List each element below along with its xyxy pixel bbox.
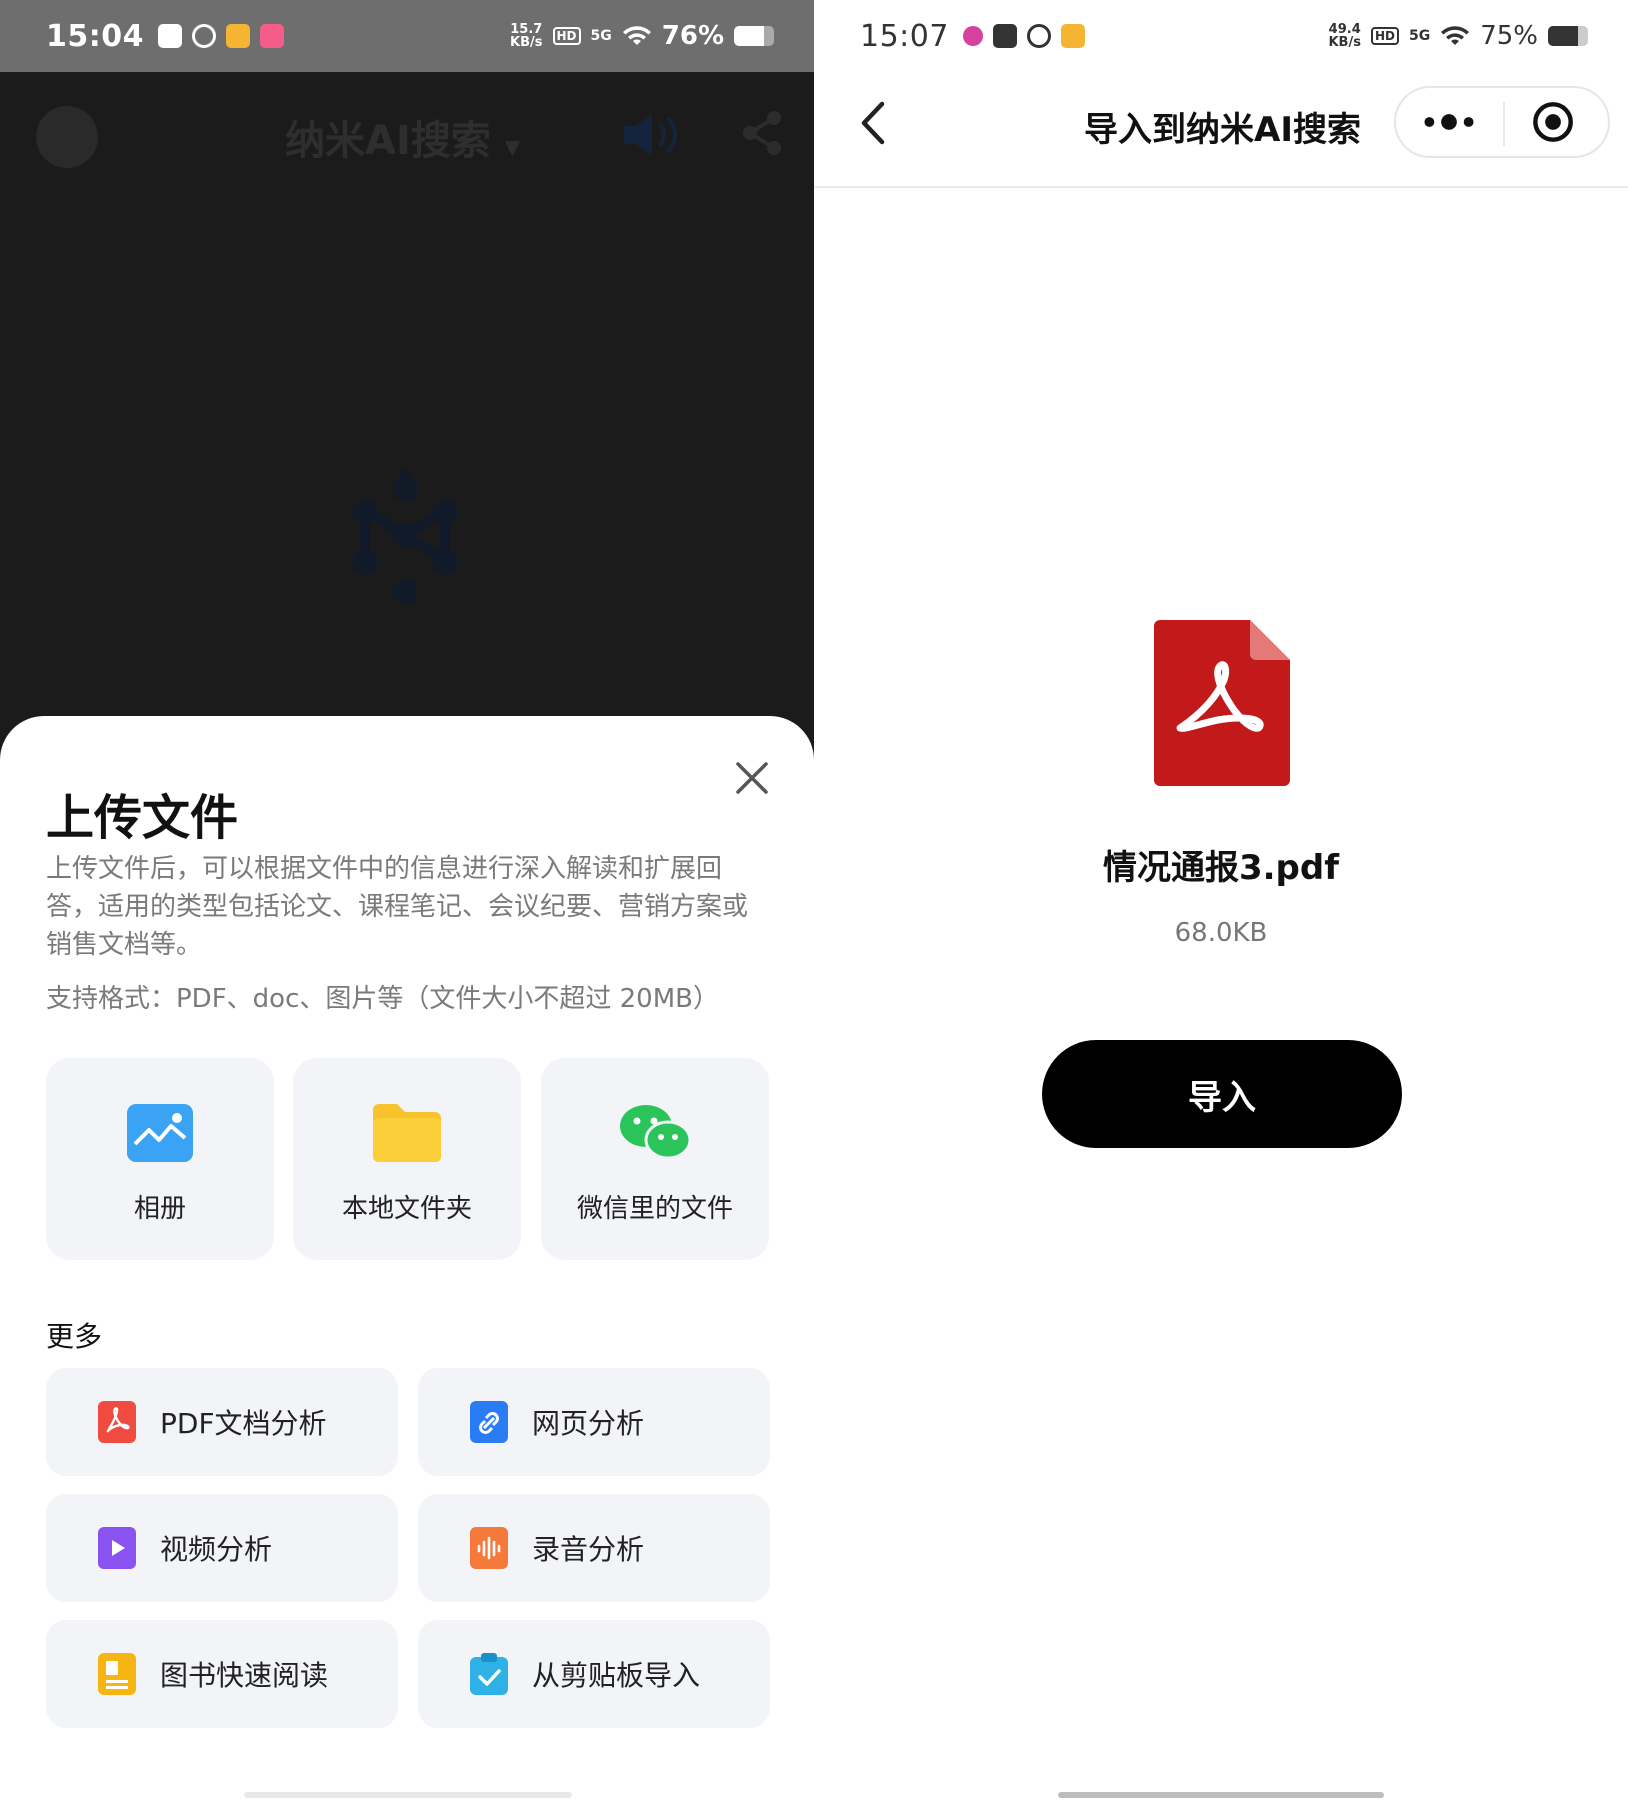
left-screen: 15:04 15.7 KB/s HD 5G 76% 纳米AI搜索 ▼ 上传文件 … <box>0 0 814 1800</box>
source-wechat-button[interactable]: 微信里的文件 <box>541 1058 769 1260</box>
video-icon <box>98 1527 136 1569</box>
wifi-icon <box>1441 26 1470 45</box>
source-gallery-button[interactable]: 相册 <box>46 1058 274 1260</box>
webpage-analysis-button[interactable]: 网页分析 <box>418 1368 770 1476</box>
status-time: 15:04 <box>46 18 144 54</box>
signal-icon: 5G <box>1408 28 1431 44</box>
pdf-file-icon <box>1154 620 1290 786</box>
right-screen: 15:07 49.4 KB/s HD 5G 75% 导入到纳米AI搜索 情况通报… <box>814 0 1628 1800</box>
notif-app-icon <box>260 24 284 48</box>
battery-percent: 76% <box>661 21 724 51</box>
audio-icon <box>470 1527 508 1569</box>
notif-app-icon <box>1026 24 1051 48</box>
notification-icons <box>158 24 284 48</box>
source-local-folder-button[interactable]: 本地文件夹 <box>293 1058 521 1260</box>
battery-icon <box>734 26 774 46</box>
weibo-icon <box>1060 24 1085 48</box>
app-title[interactable]: 纳米AI搜索 ▼ <box>285 108 520 166</box>
more-item-label: 视频分析 <box>160 1533 273 1566</box>
gallery-icon <box>127 1104 193 1162</box>
miniprogram-capsule <box>1394 86 1610 158</box>
battery-icon <box>1548 26 1588 46</box>
supported-formats: 支持格式：PDF、doc、图片等（文件大小不超过 20MB） <box>46 984 719 1014</box>
folder-icon <box>373 1104 441 1162</box>
pdf-icon <box>98 1401 136 1443</box>
share-icon[interactable] <box>740 110 784 156</box>
hd-icon: HD <box>552 27 581 45</box>
more-dots-icon[interactable] <box>1396 86 1502 158</box>
more-item-label: 网页分析 <box>532 1407 645 1440</box>
notif-app-icon <box>962 26 983 46</box>
close-icon[interactable] <box>734 760 770 796</box>
sheet-title: 上传文件 <box>46 790 239 846</box>
import-button[interactable]: 导入 <box>1042 1040 1402 1148</box>
notif-app-icon <box>192 24 216 48</box>
source-label: 本地文件夹 <box>341 1194 472 1224</box>
home-indicator[interactable] <box>1058 1792 1384 1798</box>
video-analysis-button[interactable]: 视频分析 <box>46 1494 398 1602</box>
status-time: 15:07 <box>860 18 949 54</box>
home-indicator[interactable] <box>244 1792 572 1798</box>
more-section-title: 更多 <box>46 1320 103 1353</box>
file-size: 68.0KB <box>1174 918 1268 948</box>
more-item-label: 录音分析 <box>532 1533 645 1566</box>
book-reading-button[interactable]: 图书快速阅读 <box>46 1620 398 1728</box>
weibo-icon <box>226 24 250 48</box>
more-item-label: PDF文档分析 <box>160 1407 327 1440</box>
wechat-icon <box>620 1105 690 1160</box>
nav-bar: 导入到纳米AI搜索 <box>814 72 1628 188</box>
close-target-icon[interactable] <box>1502 86 1608 158</box>
net-speed: 15.7 KB/s <box>510 22 543 50</box>
clipboard-icon <box>470 1653 508 1695</box>
notification-icons <box>962 24 1085 48</box>
source-label: 相册 <box>133 1194 186 1224</box>
net-speed: 49.4 KB/s <box>1328 22 1361 50</box>
wifi-icon <box>622 26 651 45</box>
nami-logo-icon <box>353 470 457 606</box>
avatar[interactable] <box>36 106 98 168</box>
battery-percent: 75% <box>1480 21 1538 51</box>
status-bar: 15:04 15.7 KB/s HD 5G 76% <box>0 0 814 72</box>
source-label: 微信里的文件 <box>576 1194 733 1224</box>
notif-app-icon <box>992 24 1017 48</box>
file-name: 情况通报3.pdf <box>1102 848 1340 888</box>
back-arrow-icon[interactable] <box>858 100 888 146</box>
clipboard-import-button[interactable]: 从剪贴板导入 <box>418 1620 770 1728</box>
more-item-label: 从剪贴板导入 <box>532 1659 701 1692</box>
more-item-label: 图书快速阅读 <box>160 1659 329 1692</box>
sheet-description: 上传文件后，可以根据文件中的信息进行深入解读和扩展回答，适用的类型包括论文、课程… <box>46 854 749 960</box>
nav-title: 导入到纳米AI搜索 <box>1084 110 1361 150</box>
link-icon <box>470 1401 508 1443</box>
speaker-icon[interactable] <box>622 110 682 160</box>
notif-app-icon <box>158 24 182 48</box>
hd-icon: HD <box>1370 27 1399 45</box>
pdf-analysis-button[interactable]: PDF文档分析 <box>46 1368 398 1476</box>
status-bar: 15:07 49.4 KB/s HD 5G 75% <box>814 0 1628 72</box>
audio-analysis-button[interactable]: 录音分析 <box>418 1494 770 1602</box>
book-icon <box>98 1653 136 1695</box>
signal-icon: 5G <box>590 28 612 44</box>
